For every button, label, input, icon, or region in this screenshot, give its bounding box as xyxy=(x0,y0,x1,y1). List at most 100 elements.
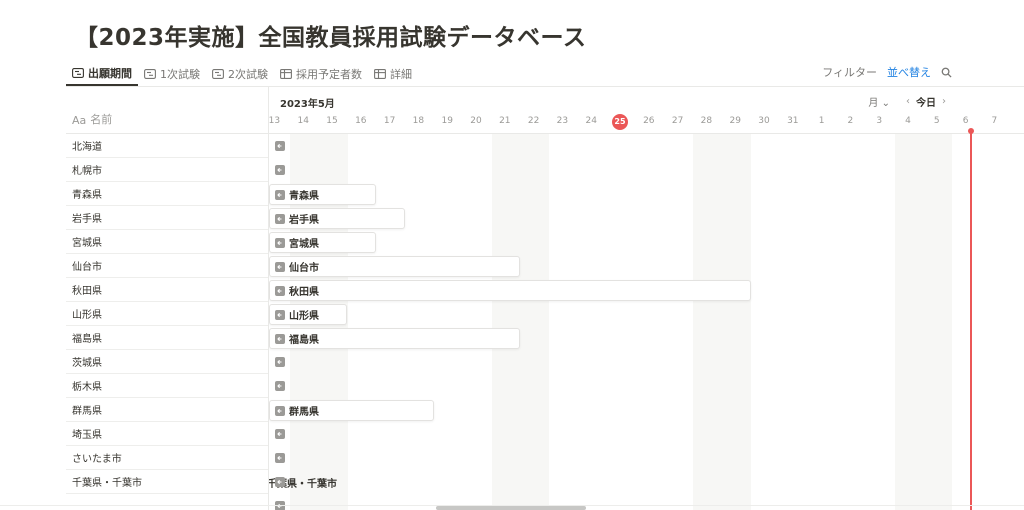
scale-select[interactable]: 月 ⌄ xyxy=(868,94,890,109)
filter-button[interactable]: フィルター xyxy=(822,64,877,80)
today-date-badge: 25 xyxy=(606,114,635,130)
view-tab-0[interactable]: 出願期間 xyxy=(66,62,138,86)
chevron-right-icon[interactable]: › xyxy=(942,96,946,107)
arrow-left-icon[interactable] xyxy=(275,165,285,175)
day-number: 29 xyxy=(729,116,741,126)
timeline-row xyxy=(269,446,1024,470)
day-label: 2 xyxy=(836,114,865,128)
day-number: 31 xyxy=(787,116,799,126)
day-label: 19 xyxy=(433,114,462,128)
table-row-name[interactable]: 札幌市 xyxy=(66,158,268,182)
day-number: 1 xyxy=(818,116,825,126)
day-label: 15 xyxy=(318,114,347,128)
table-row-name[interactable]: さいたま市 xyxy=(66,446,268,470)
table-row-name[interactable]: 山形県 xyxy=(66,302,268,326)
timeline-bar[interactable]: 岩手県 xyxy=(269,208,405,229)
view-tab-1[interactable]: 1次試験 xyxy=(138,62,206,86)
timeline-icon xyxy=(144,69,156,79)
table-row-name[interactable]: 仙台市 xyxy=(66,254,268,278)
day-label: 16 xyxy=(346,114,375,128)
table-row-name[interactable]: 秋田県 xyxy=(66,278,268,302)
view-tabs: 出願期間 1次試験 2次試験 採用予定者数 詳細 xyxy=(66,62,418,86)
timeline-bar-label: 群馬県 xyxy=(289,407,319,418)
timeline-bar[interactable]: 福島県 xyxy=(269,328,521,349)
today-marker-dot xyxy=(967,128,974,134)
table-row-name[interactable]: 青森県 xyxy=(66,182,268,206)
arrow-left-icon xyxy=(275,333,285,344)
page-title: 【2023年実施】全国教員採用試験データベース xyxy=(75,25,587,51)
arrow-left-icon[interactable] xyxy=(275,429,285,439)
table-row-name[interactable] xyxy=(66,494,268,510)
table-row-name[interactable]: 千葉県・千葉市 xyxy=(66,470,268,494)
arrow-left-icon[interactable] xyxy=(275,141,285,151)
timeline-row: 福島県 xyxy=(269,326,1024,350)
arrow-left-icon xyxy=(275,237,285,248)
day-number: 18 xyxy=(412,116,425,126)
arrow-left-icon[interactable] xyxy=(275,381,285,391)
day-number: 4 xyxy=(905,116,911,126)
timeline-bar-label: 山形県 xyxy=(289,311,319,322)
day-label: 4 xyxy=(894,114,923,128)
arrow-left-icon xyxy=(275,189,285,200)
view-tab-2[interactable]: 2次試験 xyxy=(206,62,274,86)
name-column-header[interactable]: Aa 名前 xyxy=(66,87,268,134)
timeline-bar-label: 青森県 xyxy=(289,191,319,202)
table-row-name[interactable]: 群馬県 xyxy=(66,398,268,422)
day-label: 3 xyxy=(865,114,894,128)
day-number: 26 xyxy=(643,116,655,126)
table-icon xyxy=(280,69,292,79)
arrow-left-icon xyxy=(275,213,285,224)
text-property-icon: Aa xyxy=(72,114,87,127)
arrow-left-icon[interactable] xyxy=(275,453,285,463)
day-label: 24 xyxy=(577,114,606,128)
table-row-name[interactable]: 栃木県 xyxy=(66,374,268,398)
arrow-left-icon xyxy=(275,405,285,416)
timeline-bar[interactable]: 仙台市 xyxy=(269,256,521,277)
arrow-left-icon xyxy=(275,309,285,320)
timeline-row xyxy=(269,422,1024,446)
table-row-name[interactable]: 北海道 xyxy=(66,134,268,158)
horizontal-scrollbar[interactable] xyxy=(436,506,586,510)
sort-button[interactable]: 並べ替え xyxy=(887,64,931,80)
day-number: 28 xyxy=(700,116,713,126)
today-marker-line xyxy=(970,129,972,510)
timeline-bar[interactable]: 山形県 xyxy=(269,304,348,325)
timeline-row: 仙台市 xyxy=(269,254,1024,278)
day-label: 1 xyxy=(807,114,836,128)
view-tab-4[interactable]: 詳細 xyxy=(368,62,418,86)
arrow-left-icon xyxy=(275,477,285,487)
timeline-row: 千葉県・千葉市 xyxy=(269,470,1024,494)
offscreen-item-label[interactable]: 千葉県・千葉市 xyxy=(269,475,337,490)
timeline-bar[interactable]: 宮城県 xyxy=(269,232,377,253)
table-row-name[interactable]: 岩手県 xyxy=(66,206,268,230)
table-row-name[interactable]: 茨城県 xyxy=(66,350,268,374)
chevron-left-icon[interactable]: ‹ xyxy=(906,96,910,107)
view-tab-3[interactable]: 採用予定者数 xyxy=(274,62,368,86)
timeline-row: 岩手県 xyxy=(269,206,1024,230)
day-number: 3 xyxy=(876,116,883,126)
arrow-left-icon xyxy=(275,261,285,272)
table-row-name[interactable]: 福島県 xyxy=(66,326,268,350)
view-tab-label: 出願期間 xyxy=(88,67,132,80)
timeline-row: 宮城県 xyxy=(269,230,1024,254)
day-number: 15 xyxy=(326,116,338,126)
table-row-name[interactable]: 埼玉県 xyxy=(66,422,268,446)
timeline-bar[interactable]: 青森県 xyxy=(269,184,377,205)
today-button[interactable]: 今日 xyxy=(916,94,936,109)
day-number: 27 xyxy=(671,116,684,126)
day-label: 31 xyxy=(778,114,807,128)
table-row-name[interactable]: 宮城県 xyxy=(66,230,268,254)
day-label: 28 xyxy=(692,114,721,128)
timeline-row xyxy=(269,350,1024,374)
day-number: 2 xyxy=(847,116,854,126)
arrow-left-icon[interactable] xyxy=(275,357,285,367)
day-label: 14 xyxy=(289,114,318,128)
timeline-bar[interactable]: 群馬県 xyxy=(269,400,434,421)
timeline-area: 2023年5月 月 ⌄ ‹ 今日 › 13 14 15 16 17 18 19 20 21 22 2… xyxy=(269,87,1024,510)
timeline-bar-label: 秋田県 xyxy=(289,287,319,298)
day-label: 21 xyxy=(490,114,519,128)
timeline-bar[interactable]: 秋田県 xyxy=(269,280,751,301)
search-icon[interactable] xyxy=(941,67,952,78)
view-tab-label: 採用予定者数 xyxy=(296,68,362,81)
day-label: 23 xyxy=(548,114,577,128)
